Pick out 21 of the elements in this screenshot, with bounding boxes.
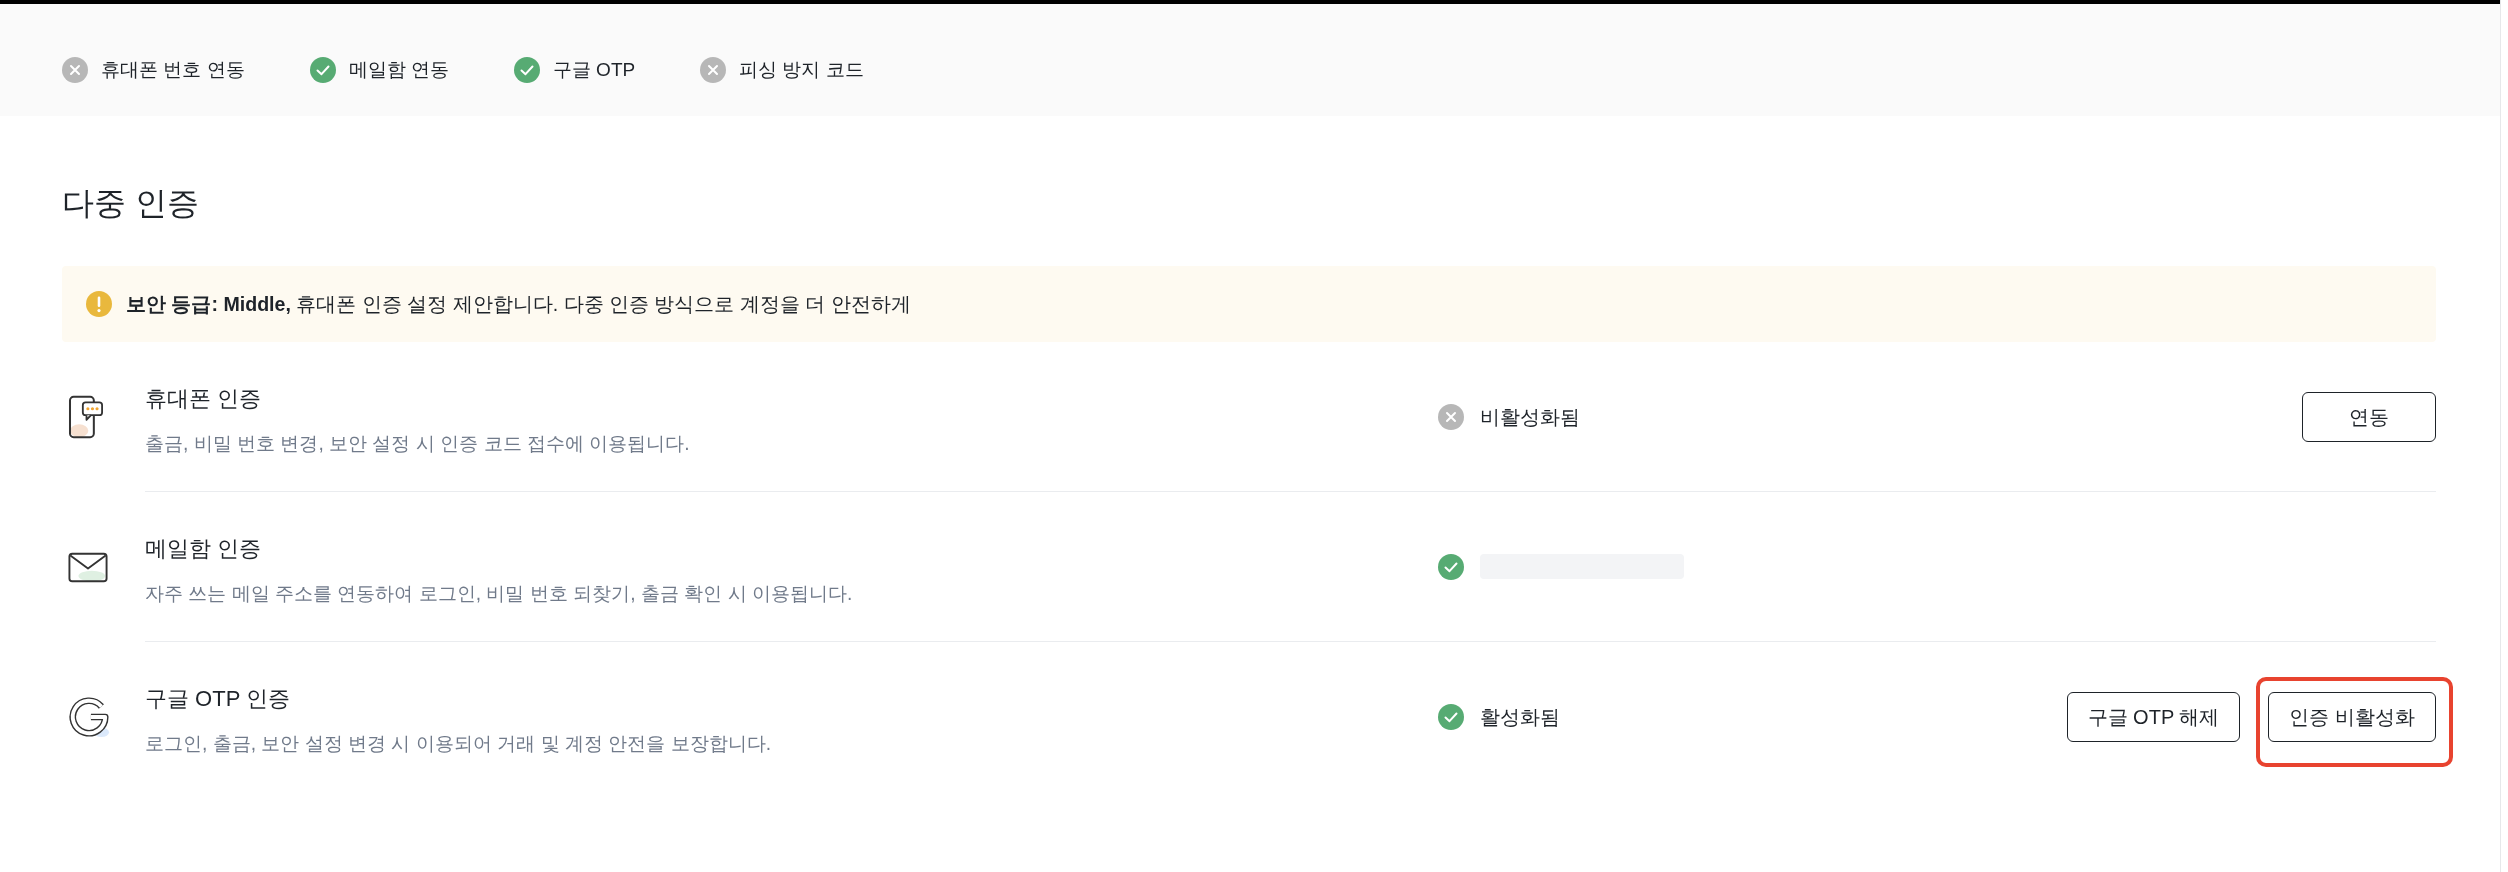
checklist-label: 휴대폰 번호 연동 (101, 58, 245, 82)
method-title: 구글 OTP 인증 (145, 685, 291, 713)
method-description: 자주 쓰는 메일 주소를 연동하여 로그인, 비밀 번호 되찾기, 출금 확인 시 이용됩니다. (145, 582, 853, 606)
action-button[interactable]: 구글 OTP 해제 (2066, 692, 2241, 742)
envelope-icon (68, 551, 108, 583)
status-label: 비활성화됨 (1480, 404, 1580, 430)
checklist-label: 피싱 방지 코드 (739, 58, 864, 82)
method-description: 로그인, 출금, 보안 설정 변경 시 이용되어 거래 및 계정 안전을 보장합니다. (145, 732, 771, 756)
phone-chat-icon (68, 395, 105, 439)
action-button[interactable]: 연동 (2302, 391, 2436, 442)
warning-icon (86, 291, 112, 317)
checklist-label: 구글 OTP (552, 58, 636, 82)
method-title: 메일함 인증 (145, 535, 262, 563)
status-label: 활성화됨 (1480, 705, 1560, 730)
notice-text: 보안 등급: Middle, 휴대폰 인증 설정 제안합니다. 다중 인증 방식으로 계정을 더 안전하게 (126, 292, 911, 317)
checklist-label: 메일함 연동 (348, 58, 449, 82)
g-letter-icon (68, 696, 110, 738)
method-title: 휴대폰 인증 (145, 385, 262, 413)
method-description: 출금, 비밀 번호 변경, 보안 설정 시 인증 코드 접수에 이용됩니다. (145, 432, 690, 456)
section-title: 다중 인증 (62, 184, 199, 223)
action-button[interactable]: 인증 비활성화 (2268, 692, 2436, 742)
